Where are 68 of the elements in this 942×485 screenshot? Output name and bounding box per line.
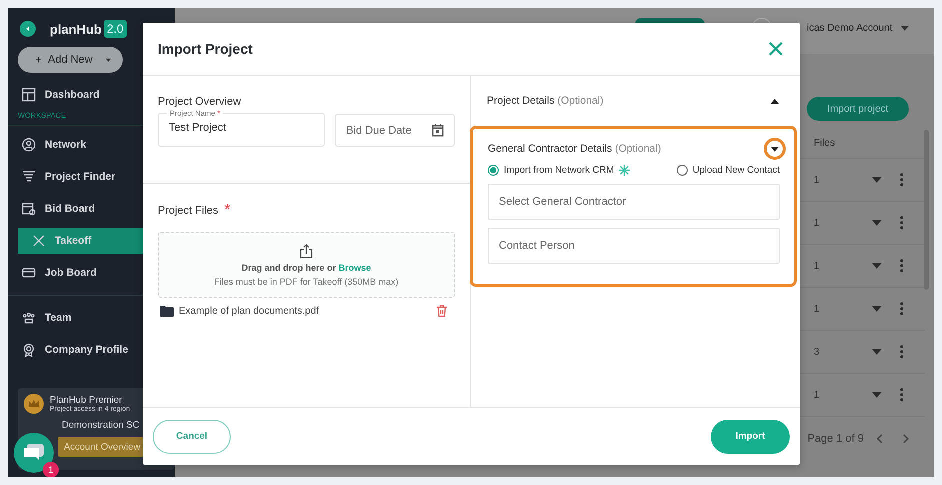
tools-icon xyxy=(32,234,46,248)
drop-instruction: Drag and drop here or Browse xyxy=(242,262,372,272)
collapse-button[interactable] xyxy=(20,21,36,37)
text-field[interactable]: Select General Contractor xyxy=(488,184,780,220)
caret-icon[interactable] xyxy=(872,220,882,226)
section-heading: Project Files xyxy=(158,205,219,217)
caret-icon[interactable] xyxy=(872,349,882,355)
more-icon[interactable] xyxy=(900,388,904,402)
dashboard-icon xyxy=(22,88,36,102)
notification-badge: 1 xyxy=(43,462,59,477)
file-drop-zone[interactable]: Drag and drop here or Browse Files must be in PDF for Takeoff (350MB max) xyxy=(158,232,455,298)
radio-option[interactable]: Upload New Contact xyxy=(676,165,780,176)
text-field[interactable]: Contact Person xyxy=(488,228,780,264)
plus-icon xyxy=(36,56,42,64)
nav-item[interactable]: Team xyxy=(8,305,175,331)
caret-icon[interactable] xyxy=(872,392,882,398)
logo-text: planHub xyxy=(50,22,102,36)
calendar-icon xyxy=(432,124,444,137)
calendar-icon xyxy=(22,202,36,216)
file-requirements: Files must be in PDF for Takeoff (350MB max) xyxy=(214,276,399,286)
dialog-title: Import Project xyxy=(158,41,253,57)
caret-up-icon xyxy=(771,98,779,104)
caret-icon[interactable] xyxy=(872,177,882,183)
caret-icon xyxy=(771,146,779,152)
trash-icon[interactable] xyxy=(437,305,447,317)
close-icon[interactable] xyxy=(769,42,783,56)
folder-icon xyxy=(160,306,174,316)
date-field[interactable]: Bid Due Date xyxy=(335,114,455,147)
plan-name: PlanHub Premier xyxy=(50,395,122,406)
version-badge: 2.0 xyxy=(104,20,127,38)
nav-item[interactable]: Company Profile xyxy=(8,337,175,363)
accordion-title: General Contractor Details (Optional) xyxy=(488,143,662,155)
more-icon[interactable] xyxy=(900,345,904,359)
page-indicator: Page 1 of 9 xyxy=(808,433,864,445)
upload-icon xyxy=(300,244,313,258)
table-cell-text: 1 xyxy=(814,260,821,272)
caret-icon xyxy=(900,26,909,31)
caret-icon[interactable] xyxy=(872,306,882,312)
radio-option[interactable]: Import from Network CRM xyxy=(488,165,630,176)
caret-icon[interactable] xyxy=(872,263,882,269)
table-cell-text: 1 xyxy=(814,174,821,186)
back-icon xyxy=(24,25,32,33)
crown-icon xyxy=(24,394,44,414)
file-name: Example of plan documents.pdf xyxy=(179,306,320,316)
section-heading: Project Overview xyxy=(158,96,242,108)
previous-icon[interactable] xyxy=(876,434,883,444)
more-icon[interactable] xyxy=(900,259,904,273)
add-new-button[interactable]: Add New xyxy=(18,47,123,73)
people-icon xyxy=(22,311,36,325)
filter-icon xyxy=(22,170,36,184)
accordion-header[interactable]: Project Details (Optional) xyxy=(471,76,799,126)
award-icon xyxy=(22,343,36,357)
account-menu[interactable]: icas Demo Account xyxy=(807,23,909,34)
next-icon[interactable] xyxy=(903,434,910,444)
person-icon xyxy=(22,138,36,152)
table-cell-text: 1 xyxy=(814,390,821,400)
nav-item[interactable]: Project Finder xyxy=(8,164,175,190)
table-cell-text: 3 xyxy=(814,346,821,358)
more-icon[interactable] xyxy=(900,216,904,230)
expand-toggle[interactable] xyxy=(764,138,786,160)
table-cell-text: 1 xyxy=(814,218,821,228)
company-name: Demonstration SC xyxy=(61,420,141,431)
required-mark: * xyxy=(224,202,231,220)
more-icon[interactable] xyxy=(900,302,904,316)
table-cell-text: 1 xyxy=(814,304,821,314)
card-icon xyxy=(22,266,36,280)
more-icon[interactable] xyxy=(900,173,904,187)
caret-icon xyxy=(106,58,111,62)
